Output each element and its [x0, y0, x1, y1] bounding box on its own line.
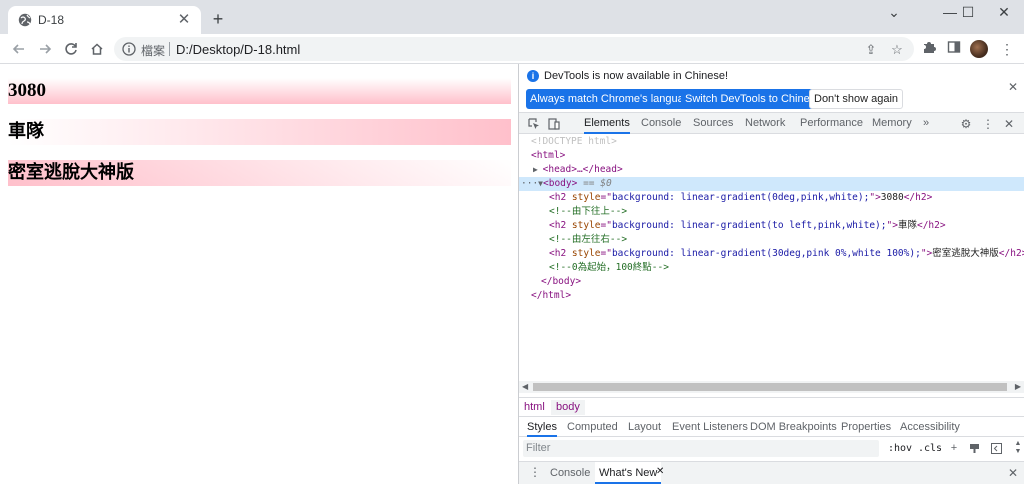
dom-comment-3[interactable]: <!--0為起始，100終點--> — [549, 261, 669, 275]
hov-toggle[interactable]: :hov — [888, 440, 912, 457]
tab-console[interactable]: Console — [641, 113, 681, 134]
drawer-tab-bar: ⋮ Console What's New ✕ ✕ — [519, 461, 1024, 484]
tab-properties[interactable]: Properties — [841, 417, 891, 437]
separator — [169, 42, 170, 56]
drawer-tab-console[interactable]: Console — [548, 462, 592, 484]
devtools-menu-icon[interactable]: ⋮ — [979, 115, 997, 133]
drawer-tab-whats-new[interactable]: What's New — [595, 462, 662, 484]
tab-event-listeners[interactable]: Event Listeners — [672, 417, 748, 437]
devtools-panel: i DevTools is now available in Chinese! … — [518, 64, 1024, 484]
heading-3080: 3080 — [8, 78, 511, 104]
new-tab-button[interactable]: + — [208, 9, 228, 29]
scrollbar-thumb[interactable] — [533, 383, 1007, 391]
dom-body-open[interactable]: ···▼<body> == $0 — [521, 177, 612, 191]
switch-to-chinese-button[interactable]: Switch DevTools to Chinese — [681, 89, 826, 109]
paint-icon[interactable] — [967, 440, 981, 457]
dom-comment-1[interactable]: <!--由下往上--> — [549, 205, 627, 219]
close-window-button[interactable]: ✕ — [986, 0, 1022, 26]
tab-title: D-18 — [38, 13, 65, 27]
scroll-arrows-icon[interactable]: ▲ ▼ — [1011, 440, 1024, 457]
dom-html-close[interactable]: </html> — [531, 289, 571, 303]
tab-computed[interactable]: Computed — [567, 417, 618, 437]
dont-show-again-button[interactable]: Don't show again — [809, 89, 904, 109]
tab-layout[interactable]: Layout — [628, 417, 661, 437]
tab-strip: D-18 ✕ + ⌄ — ☐ ✕ — [0, 0, 1024, 34]
breadcrumb-html[interactable]: html — [519, 400, 550, 415]
maximize-button[interactable]: ☐ — [950, 0, 986, 26]
dom-head[interactable]: ▶ <head>…</head> — [533, 163, 623, 177]
reload-icon — [65, 43, 77, 55]
breadcrumb-body[interactable]: body — [551, 400, 585, 415]
puzzle-icon — [924, 42, 936, 53]
share-icon[interactable]: ⇪ — [863, 42, 879, 58]
tab-d18[interactable]: D-18 ✕ — [8, 6, 201, 34]
dom-doctype[interactable]: <!DOCTYPE html> — [531, 135, 617, 149]
devtools-tab-bar: Elements Console Sources Network Perform… — [519, 112, 1024, 134]
scroll-left-icon[interactable]: ◀ — [522, 381, 528, 393]
inspect-element-icon[interactable] — [525, 115, 543, 133]
always-match-language-button[interactable]: Always match Chrome's language — [526, 89, 700, 109]
close-tab-icon[interactable]: ✕ — [175, 11, 193, 29]
more-tabs-button[interactable]: » — [923, 113, 929, 134]
dom-tree: <!DOCTYPE html> <html> ▶ <head>…</head> … — [519, 135, 1024, 381]
tab-network[interactable]: Network — [745, 113, 785, 134]
extensions-icon[interactable] — [920, 40, 938, 58]
breadcrumb: html body — [519, 397, 1024, 415]
horizontal-scrollbar[interactable]: ◀ ▶ — [519, 381, 1024, 393]
close-drawer-icon[interactable]: ✕ — [1008, 466, 1018, 480]
page-viewport: 3080 車隊 密室逃脫大神版 — [0, 64, 518, 484]
tab-dom-breakpoints[interactable]: DOM Breakpoints — [750, 417, 837, 437]
globe-icon — [18, 13, 32, 27]
home-button[interactable] — [86, 38, 108, 60]
toggle-sidebar-icon[interactable] — [989, 440, 1003, 457]
language-banner: i DevTools is now available in Chinese! … — [519, 64, 1024, 112]
menu-kebab-icon[interactable]: ⋮ — [998, 40, 1016, 58]
toolbar: 檔案 D:/Desktop/D-18.html ⇪ ☆ ⋮ — [0, 34, 1024, 64]
dom-html-open[interactable]: <html> — [531, 149, 565, 163]
new-style-rule-icon[interactable]: + — [947, 440, 961, 457]
device-toolbar-icon[interactable] — [545, 115, 563, 133]
dom-h2-3[interactable]: <h2 style="background: linear-gradient(3… — [549, 247, 1024, 261]
side-panel-glyph — [947, 41, 961, 53]
banner-message: DevTools is now available in Chinese! — [544, 70, 729, 82]
tab-styles[interactable]: Styles — [527, 417, 557, 437]
arrow-right-icon — [40, 44, 52, 54]
dom-h2-1[interactable]: <h2 style="background: linear-gradient(0… — [549, 191, 932, 205]
bookmark-star-icon[interactable]: ☆ — [889, 42, 905, 58]
arrow-left-icon — [12, 44, 24, 54]
close-whats-new-icon[interactable]: ✕ — [656, 466, 664, 477]
url-text[interactable]: D:/Desktop/D-18.html — [176, 42, 300, 57]
address-bar[interactable]: 檔案 D:/Desktop/D-18.html ⇪ ☆ — [114, 37, 914, 61]
settings-gear-icon[interactable]: ⚙ — [957, 115, 975, 133]
info-icon: i — [527, 70, 539, 82]
close-banner-icon[interactable]: ✕ — [1008, 80, 1018, 94]
heading-escape-room: 密室逃脫大神版 — [8, 160, 511, 186]
cls-toggle[interactable]: .cls — [918, 440, 942, 457]
scroll-right-icon[interactable]: ▶ — [1015, 381, 1021, 393]
tab-elements[interactable]: Elements — [584, 113, 630, 134]
dom-comment-2[interactable]: <!--由左往右--> — [549, 233, 627, 247]
tab-accessibility[interactable]: Accessibility — [900, 417, 960, 437]
dom-body-close[interactable]: </body> — [541, 275, 581, 289]
heading-team: 車隊 — [8, 119, 511, 145]
side-panel-icon[interactable] — [945, 40, 963, 58]
profile-avatar[interactable] — [970, 40, 988, 58]
styles-tab-bar: Styles Computed Layout Event Listeners D… — [519, 416, 1024, 437]
tab-performance[interactable]: Performance — [800, 113, 863, 134]
drawer-menu-icon[interactable]: ⋮ — [529, 465, 541, 479]
dom-h2-2[interactable]: <h2 style="background: linear-gradient(t… — [549, 219, 946, 233]
home-icon — [91, 43, 103, 55]
info-icon[interactable] — [122, 42, 136, 56]
styles-filter-input[interactable]: Filter — [523, 440, 879, 457]
browser-window: D-18 ✕ + ⌄ — ☐ ✕ 檔案 D:/Desktop/D-18.html… — [0, 0, 1024, 484]
back-button[interactable] — [8, 38, 30, 60]
forward-button[interactable] — [34, 38, 56, 60]
tab-sources[interactable]: Sources — [693, 113, 733, 134]
tab-memory[interactable]: Memory — [872, 113, 912, 134]
close-devtools-icon[interactable]: ✕ — [1000, 115, 1018, 133]
tab-search-icon[interactable]: ⌄ — [876, 0, 912, 26]
site-label: 檔案 — [141, 44, 166, 58]
reload-button[interactable] — [60, 38, 82, 60]
styles-filter-row: Filter :hov .cls + ▲ ▼ — [519, 438, 1024, 459]
